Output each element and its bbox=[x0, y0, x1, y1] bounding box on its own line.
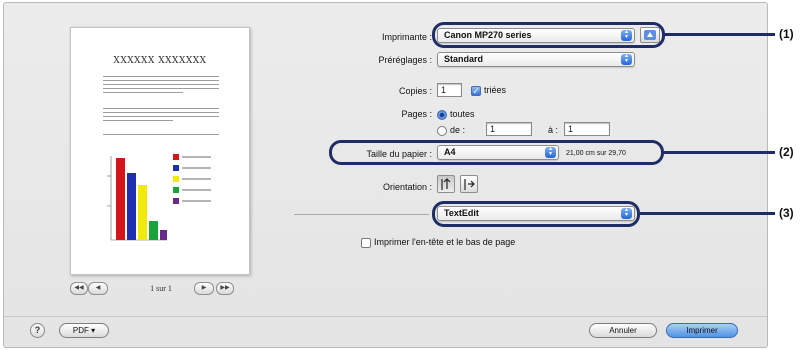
callout-number-3: (3) bbox=[779, 206, 794, 220]
orientation-portrait-button[interactable] bbox=[437, 175, 455, 193]
copies-label: Copies : bbox=[398, 86, 432, 96]
print-dialog: XXXXXX XXXXXXX ◀◀ ◀ 1 sur 1 ▶ ▶▶ Imprima… bbox=[3, 2, 794, 348]
legend-swatch-purple bbox=[173, 198, 179, 204]
pages-label: Pages : bbox=[401, 109, 432, 119]
orientation-landscape-button[interactable] bbox=[460, 175, 478, 193]
callout-leader-2 bbox=[664, 151, 775, 154]
print-header-footer-label: Imprimer l'en-tête et le bas de page bbox=[374, 237, 516, 247]
chart-bar-purple bbox=[160, 230, 167, 240]
page-preview: XXXXXX XXXXXXX bbox=[70, 27, 250, 275]
callout-leader-3 bbox=[640, 212, 775, 215]
chart-bar-yellow bbox=[138, 185, 147, 240]
preview-pager: ◀◀ ◀ 1 sur 1 ▶ ▶▶ bbox=[70, 282, 250, 296]
collate-checkbox[interactable]: ✓ bbox=[471, 86, 481, 96]
presets-select[interactable]: Standard ▴ ▾ bbox=[437, 52, 635, 67]
presets-value: Standard bbox=[444, 54, 484, 64]
page-counter: 1 sur 1 bbox=[150, 284, 172, 293]
collate-label: triées bbox=[484, 85, 507, 95]
presets-label: Préréglages : bbox=[378, 55, 432, 65]
print-header-footer-checkbox[interactable] bbox=[361, 238, 371, 248]
pages-range-radio[interactable] bbox=[437, 126, 447, 136]
chart-bar-green bbox=[149, 221, 158, 240]
last-page-button[interactable]: ▶▶ bbox=[216, 282, 234, 295]
legend-swatch-red bbox=[173, 154, 179, 160]
landscape-icon bbox=[464, 179, 475, 190]
help-button[interactable]: ? bbox=[30, 323, 45, 338]
callout-number-1: (1) bbox=[779, 27, 794, 41]
next-page-button[interactable]: ▶ bbox=[194, 282, 214, 295]
pages-to-input[interactable]: 1 bbox=[564, 122, 610, 136]
legend-swatch-yellow bbox=[173, 176, 179, 182]
preview-chart bbox=[107, 154, 211, 241]
callout-number-2: (2) bbox=[779, 145, 794, 159]
copies-input[interactable]: 1 bbox=[437, 83, 462, 97]
pdf-menu-button[interactable]: PDF ▾ bbox=[59, 323, 109, 338]
previous-page-button[interactable]: ◀ bbox=[88, 282, 108, 295]
pages-all-radio[interactable] bbox=[437, 110, 447, 120]
legend-swatch-blue bbox=[173, 165, 179, 171]
footer-separator bbox=[4, 316, 767, 317]
printer-label: Imprimante : bbox=[381, 32, 432, 42]
first-page-button[interactable]: ◀◀ bbox=[70, 282, 88, 295]
pages-to-label: à : bbox=[548, 125, 559, 135]
orientation-label: Orientation : bbox=[382, 182, 432, 192]
callout-leader-1 bbox=[665, 33, 775, 36]
pages-from-label: de : bbox=[450, 125, 466, 135]
callout-frame-paper-size bbox=[329, 140, 664, 165]
chart-bar-blue bbox=[127, 173, 136, 240]
pages-from-input[interactable]: 1 bbox=[486, 122, 532, 136]
portrait-icon bbox=[441, 178, 451, 190]
print-button[interactable]: Imprimer bbox=[666, 323, 738, 338]
updown-arrows-icon: ▴ ▾ bbox=[621, 53, 632, 65]
pages-all-label: toutes bbox=[450, 109, 475, 119]
chart-bar-red bbox=[116, 158, 125, 240]
section-divider-left bbox=[294, 214, 429, 215]
callout-frame-printer bbox=[432, 22, 665, 48]
legend-swatch-green bbox=[173, 187, 179, 193]
callout-frame-app-menu bbox=[432, 201, 640, 227]
cancel-button[interactable]: Annuler bbox=[589, 323, 657, 338]
